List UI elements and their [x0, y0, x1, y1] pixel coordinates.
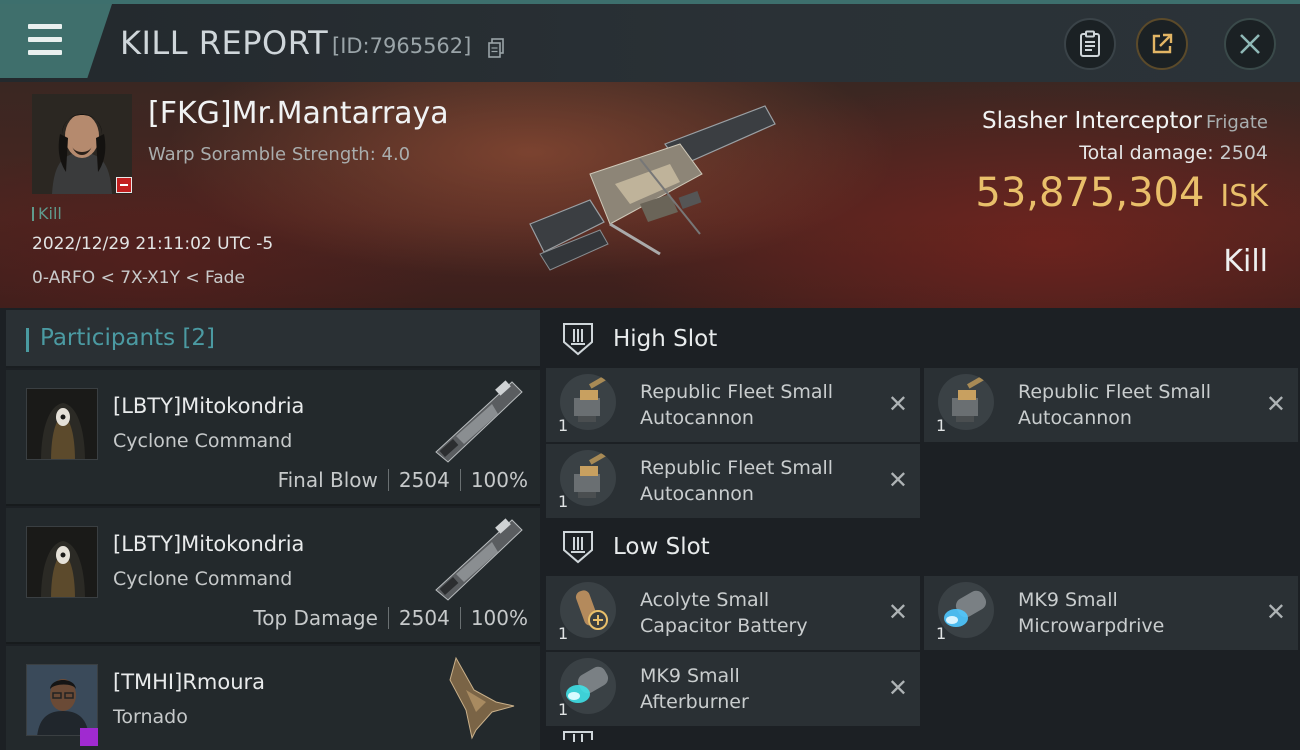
participant-card[interactable]: [TMHI]Rmoura Tornado — [6, 646, 540, 750]
participant-avatar — [26, 526, 98, 598]
participant-stats: Top Damage 2504 100% — [253, 606, 528, 630]
participant-name: [TMHI]Rmoura — [113, 670, 266, 694]
participant-name: [LBTY]Mitokondria — [113, 532, 305, 556]
remove-module-icon[interactable]: ✕ — [888, 598, 908, 626]
total-damage: Total damage: 2504 — [1079, 142, 1268, 164]
copy-icon[interactable] — [488, 38, 504, 58]
microwarpdrive-icon — [938, 582, 994, 638]
low-slot-icon — [563, 531, 593, 564]
header-bar: KILL REPORT [ID:7965562] — [0, 4, 1300, 82]
remove-module-icon[interactable]: ✕ — [1266, 598, 1286, 626]
module-item[interactable]: 1 Acolyte Small Capacitor Battery ✕ — [546, 576, 920, 650]
high-slot-title: High Slot — [613, 326, 718, 352]
share-icon — [1152, 33, 1173, 54]
participant-ship-image — [435, 380, 523, 463]
autocannon-icon — [938, 374, 994, 430]
afterburner-icon — [560, 658, 616, 714]
hostile-status-badge — [116, 177, 132, 193]
autocannon-icon — [560, 374, 616, 430]
module-item[interactable]: 1 MK9 Small Microwarpdrive ✕ — [924, 576, 1298, 650]
participant-ship: Cyclone Command — [113, 568, 293, 590]
high-slot-header: High Slot — [546, 310, 1300, 368]
warp-scramble-strength: Warp Soramble Strength: 4.0 — [148, 144, 411, 165]
victim-ship-type: Slasher Interceptor Frigate — [981, 108, 1268, 134]
victim-hero: [FKG]Mr.Mantarraya Warp Soramble Strengt… — [0, 82, 1300, 308]
clipboard-button[interactable] — [1064, 18, 1116, 70]
participant-stats: Final Blow 2504 100% — [277, 468, 528, 492]
remove-module-icon[interactable]: ✕ — [888, 466, 908, 494]
role-badge — [80, 728, 98, 746]
menu-button[interactable] — [0, 4, 112, 78]
participant-avatar — [26, 388, 98, 460]
module-item[interactable]: 1 Republic Fleet Small Autocannon ✕ — [546, 368, 920, 442]
clipboard-icon — [1080, 30, 1100, 57]
page-title: KILL REPORT — [120, 24, 329, 62]
module-item[interactable]: 1 Republic Fleet Small Autocannon ✕ — [924, 368, 1298, 442]
participant-ship-image — [449, 656, 515, 740]
low-slot-header: Low Slot — [546, 518, 1300, 576]
close-button[interactable] — [1224, 18, 1276, 70]
next-slot-icon — [563, 731, 593, 742]
report-id: [ID:7965562] — [332, 34, 472, 58]
share-button[interactable] — [1136, 18, 1188, 70]
participant-card[interactable]: [LBTY]Mitokondria Cyclone Command Top Da… — [6, 508, 540, 644]
result-label: Kill — [1223, 244, 1268, 279]
participant-ship-image — [435, 518, 523, 601]
participant-card[interactable]: [LBTY]Mitokondria Cyclone Command Final … — [6, 370, 540, 506]
isk-value: 53,875,304 ISK — [975, 170, 1268, 216]
module-item[interactable]: 1 MK9 Small Afterburner ✕ — [546, 652, 920, 726]
fitting-panel: High Slot 1 Republic Fleet Small Autocann… — [546, 310, 1300, 750]
participant-name: [LBTY]Mitokondria — [113, 394, 305, 418]
remove-module-icon[interactable]: ✕ — [888, 390, 908, 418]
participant-ship: Cyclone Command — [113, 430, 293, 452]
victim-ship-image — [529, 105, 776, 271]
high-slot-icon — [563, 323, 593, 356]
victim-name[interactable]: [FKG]Mr.Mantarraya — [148, 96, 449, 131]
kill-datetime: 2022/12/29 21:11:02 UTC -5 — [32, 234, 274, 254]
capacitor-battery-icon — [560, 582, 616, 638]
autocannon-icon — [560, 450, 616, 506]
participants-panel: Participants [2] [LBTY]Mitokondria Cyclo… — [6, 310, 540, 750]
kill-tag: Kill — [32, 204, 62, 223]
module-item[interactable]: 1 Republic Fleet Small Autocannon ✕ — [546, 444, 920, 518]
participants-header: Participants [2] — [6, 310, 540, 368]
remove-module-icon[interactable]: ✕ — [1266, 390, 1286, 418]
low-slot-title: Low Slot — [613, 534, 710, 560]
close-icon — [1240, 34, 1260, 54]
participant-avatar — [26, 664, 98, 736]
participant-ship: Tornado — [113, 706, 188, 728]
remove-module-icon[interactable]: ✕ — [888, 674, 908, 702]
kill-location[interactable]: 0-ARFO < 7X-X1Y < Fade — [32, 268, 245, 288]
